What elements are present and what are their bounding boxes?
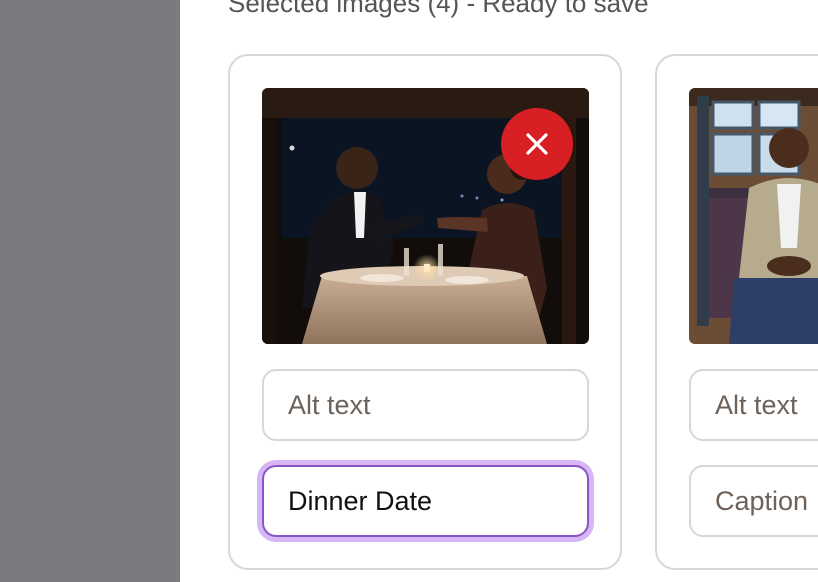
selected-images-heading: Selected images (4) - Ready to save: [228, 0, 649, 18]
image-card: [228, 54, 622, 570]
alt-text-input[interactable]: [689, 369, 818, 441]
bus-photo-illustration: [689, 88, 818, 344]
remove-image-button[interactable]: [501, 108, 573, 180]
image-upload-panel: Selected images (4) - Ready to save: [180, 0, 818, 582]
caption-input[interactable]: [689, 465, 818, 537]
close-icon: [526, 133, 548, 155]
caption-input[interactable]: [262, 465, 589, 537]
modal-backdrop[interactable]: [0, 0, 180, 582]
image-thumbnail-bus-passenger: [689, 88, 818, 344]
alt-text-input[interactable]: [262, 369, 589, 441]
screen: Selected images (4) - Ready to save: [0, 0, 818, 582]
image-card: [655, 54, 818, 570]
